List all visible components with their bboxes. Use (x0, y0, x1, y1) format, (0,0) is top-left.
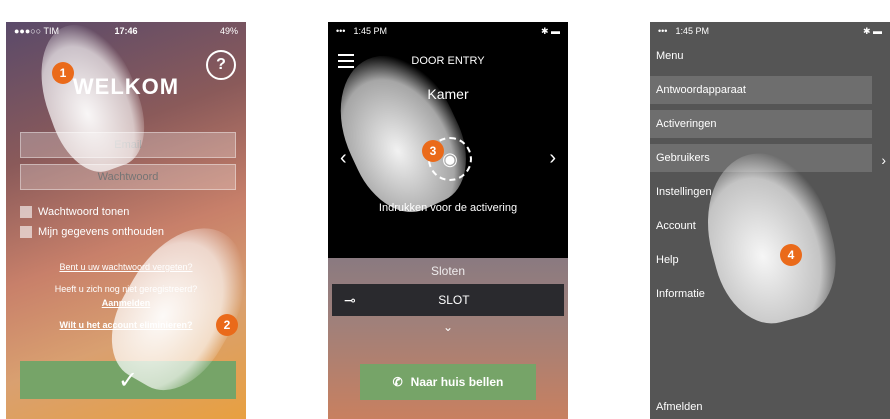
key-icon: ⊸ (344, 291, 356, 308)
menu-title: Menu (656, 50, 684, 62)
page-title: DOOR ENTRY (411, 55, 485, 67)
remember-me-checkbox[interactable]: Mijn gegevens onthouden (20, 226, 164, 238)
carrier-label: ••• (658, 26, 668, 36)
call-home-button[interactable]: ✆ Naar huis bellen (360, 364, 536, 400)
battery-icon: ✱ ▬ (540, 25, 560, 36)
menu-item-activations[interactable]: Activeringen (650, 110, 872, 138)
remember-me-label: Mijn gegevens onthouden (38, 226, 164, 238)
step-badge: 2 (216, 314, 238, 336)
lock-label: SLOT (438, 293, 470, 307)
show-password-label: Wachtwoord tonen (38, 206, 130, 218)
chevron-right-icon[interactable]: › (549, 147, 556, 170)
phone-icon: ✆ (392, 375, 403, 389)
login-screen: ●●●○○ TIM 17:46 49% ? WELKOM Wachtwoord … (6, 22, 246, 419)
locks-section-title: Sloten (430, 264, 466, 278)
clock: 17:46 (114, 26, 138, 36)
call-home-label: Naar huis bellen (410, 375, 504, 389)
menu-icon[interactable] (338, 54, 354, 68)
clock: 1:45 PM (353, 26, 387, 36)
menu-screen: ••• 1:45 PM ✱ ▬ Menu Antwoordapparaat Ac… (650, 22, 890, 419)
carrier-label: ••• (336, 26, 346, 36)
password-field[interactable] (20, 164, 236, 190)
locks-panel: Sloten ⊸ SLOT ⌄ ✆ Naar huis bellen (328, 258, 568, 419)
activate-hint: Indrukken voor de activering (378, 202, 518, 214)
status-bar: ••• 1:45 PM ✱ ▬ (650, 22, 890, 40)
chevron-down-icon[interactable]: ⌄ (328, 320, 568, 334)
battery-icon: ✱ ▬ (862, 25, 882, 36)
step-badge: 1 (52, 62, 74, 84)
lock-row[interactable]: ⊸ SLOT (332, 284, 564, 316)
show-password-checkbox[interactable]: Wachtwoord tonen (20, 206, 129, 218)
chevron-left-icon[interactable]: ‹ (340, 147, 347, 170)
menu-item-answering-machine[interactable]: Antwoordapparaat (650, 76, 872, 104)
logout-button[interactable]: Afmelden (656, 401, 702, 413)
status-bar: ••• 1:45 PM ✱ ▬ (328, 22, 568, 40)
step-badge: 4 (780, 244, 802, 266)
clock: 1:45 PM (675, 26, 709, 36)
chevron-right-icon: › (881, 152, 886, 168)
checkbox-icon (20, 206, 32, 218)
hand-pointer-icon (23, 22, 159, 183)
step-badge: 3 (422, 140, 444, 162)
door-entry-screen: ••• 1:45 PM ✱ ▬ DOOR ENTRY Kamer ‹ › ◉ I… (328, 22, 568, 419)
checkbox-icon (20, 226, 32, 238)
status-bar: ●●●○○ TIM 17:46 49% (6, 22, 246, 40)
